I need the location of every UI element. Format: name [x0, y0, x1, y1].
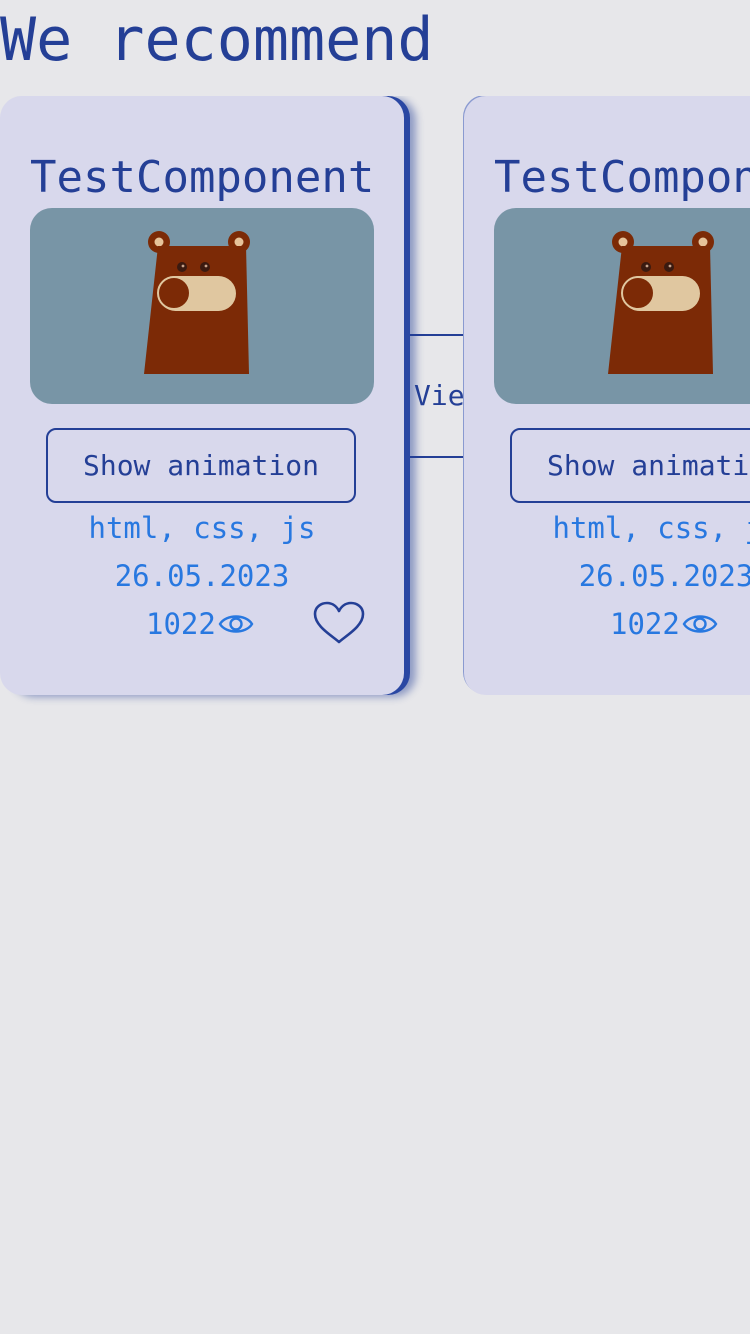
- show-animation-button[interactable]: Show animation: [510, 428, 750, 503]
- views-count: 1022: [146, 607, 216, 641]
- views-counter: 1022: [610, 604, 718, 644]
- views-counter: 1022: [146, 604, 254, 644]
- component-card[interactable]: TestComponent Show animation html, css, …: [0, 96, 404, 695]
- views-count: 1022: [610, 607, 680, 641]
- eye-icon: [682, 615, 718, 633]
- card-tags: html, css, js: [88, 511, 316, 545]
- card-date: 26.05.2023: [114, 559, 290, 593]
- card-tags: html, css, js: [552, 511, 750, 545]
- card-preview: [30, 208, 374, 404]
- bear-illustration: [144, 231, 250, 374]
- recommend-carousel[interactable]: View TestComponent Show animation html, …: [0, 96, 750, 716]
- card-title: TestComponent: [494, 152, 750, 203]
- bear-illustration: [608, 231, 714, 374]
- component-card[interactable]: TestComponent Show animation html, css, …: [464, 96, 750, 695]
- card-date: 26.05.2023: [578, 559, 750, 593]
- show-animation-button[interactable]: Show animation: [46, 428, 356, 503]
- eye-icon: [218, 615, 254, 633]
- card-title: TestComponent: [30, 152, 375, 203]
- card-preview: [494, 208, 750, 404]
- section-title: We recommend: [0, 5, 434, 75]
- heart-icon[interactable]: [312, 600, 366, 646]
